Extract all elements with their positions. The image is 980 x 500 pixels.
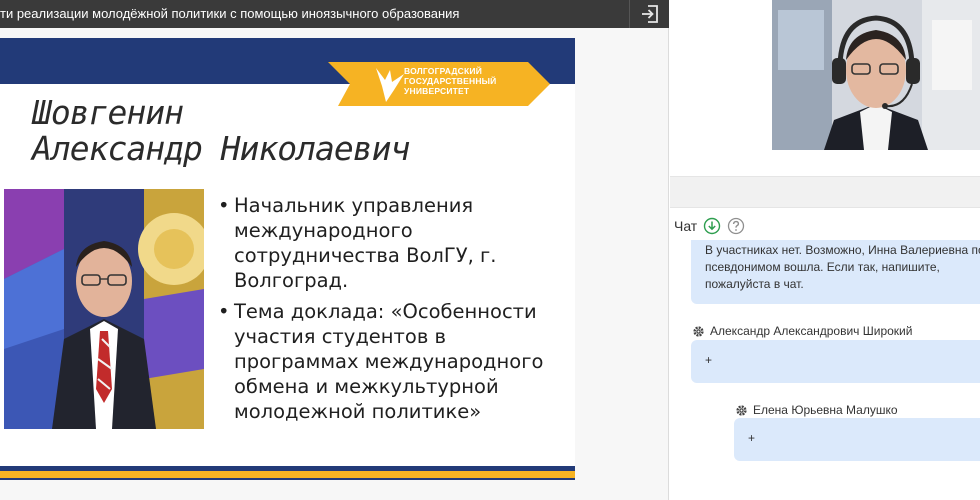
gear-icon bbox=[693, 325, 704, 337]
sender-name: Елена Юрьевна Малушко bbox=[753, 403, 898, 417]
download-icon bbox=[704, 217, 721, 235]
chat-title: Чат bbox=[674, 218, 698, 234]
chat-message-sender: Александр Александрович Широкий bbox=[692, 324, 912, 338]
exit-button[interactable] bbox=[629, 0, 669, 28]
sender-name: Александр Александрович Широкий bbox=[710, 324, 913, 338]
speaker-surname: Шовгенин bbox=[32, 93, 184, 132]
speaker-photo bbox=[4, 189, 204, 429]
bullet-item: Начальник управления международного сотр… bbox=[218, 193, 568, 293]
gear-icon bbox=[736, 404, 747, 416]
chat-message-sender: Елена Юрьевна Малушко bbox=[735, 403, 898, 417]
chat-message: В участниках нет. Возможно, Инна Валерие… bbox=[691, 240, 980, 304]
presentation-header: ти реализации молодёжной политики с помо… bbox=[0, 0, 669, 28]
webcam-video bbox=[772, 0, 980, 150]
bullet-item: Тема доклада: «Особенности участия студе… bbox=[218, 299, 568, 424]
presentation-title: ти реализации молодёжной политики с помо… bbox=[0, 6, 460, 21]
slide-bottom-stripe bbox=[0, 471, 575, 478]
presentation-pane: ти реализации молодёжной политики с помо… bbox=[0, 0, 669, 500]
chat-message-line: В участниках нет. Возможно, Инна Валерие… bbox=[705, 243, 980, 257]
chat-message-text: + bbox=[705, 353, 713, 367]
slide-bullets: Начальник управления международного сотр… bbox=[218, 193, 568, 430]
chat-message: + bbox=[734, 418, 980, 461]
university-name: ВОЛГОГРАДСКИЙ ГОСУДАРСТВЕННЫЙ УНИВЕРСИТЕ… bbox=[404, 66, 534, 96]
speaker-given-names: Александр Николаевич bbox=[32, 129, 410, 168]
presentation-slide: ВОЛГОГРАДСКИЙ ГОСУДАРСТВЕННЫЙ УНИВЕРСИТЕ… bbox=[0, 38, 575, 480]
speaker-name: Шовгенин Александр Николаевич bbox=[32, 93, 410, 168]
university-name-line: ГОСУДАРСТВЕННЫЙ bbox=[404, 76, 497, 86]
help-icon bbox=[728, 217, 745, 235]
chat-message-line: псевдонимом вошла. Если так, напишите, bbox=[705, 260, 940, 274]
chat-header: Чат bbox=[674, 216, 745, 236]
university-name-line: ВОЛГОГРАДСКИЙ bbox=[404, 66, 483, 76]
help-button[interactable] bbox=[727, 217, 745, 235]
download-chat-button[interactable] bbox=[703, 217, 721, 235]
exit-icon bbox=[641, 5, 658, 23]
university-name-line: УНИВЕРСИТЕТ bbox=[404, 86, 470, 96]
chat-message-text: + bbox=[748, 431, 756, 445]
chat-message-line: пожалуйста в чат. bbox=[705, 277, 804, 291]
chat-message: + bbox=[691, 340, 980, 383]
chat-toolbar bbox=[670, 176, 980, 208]
